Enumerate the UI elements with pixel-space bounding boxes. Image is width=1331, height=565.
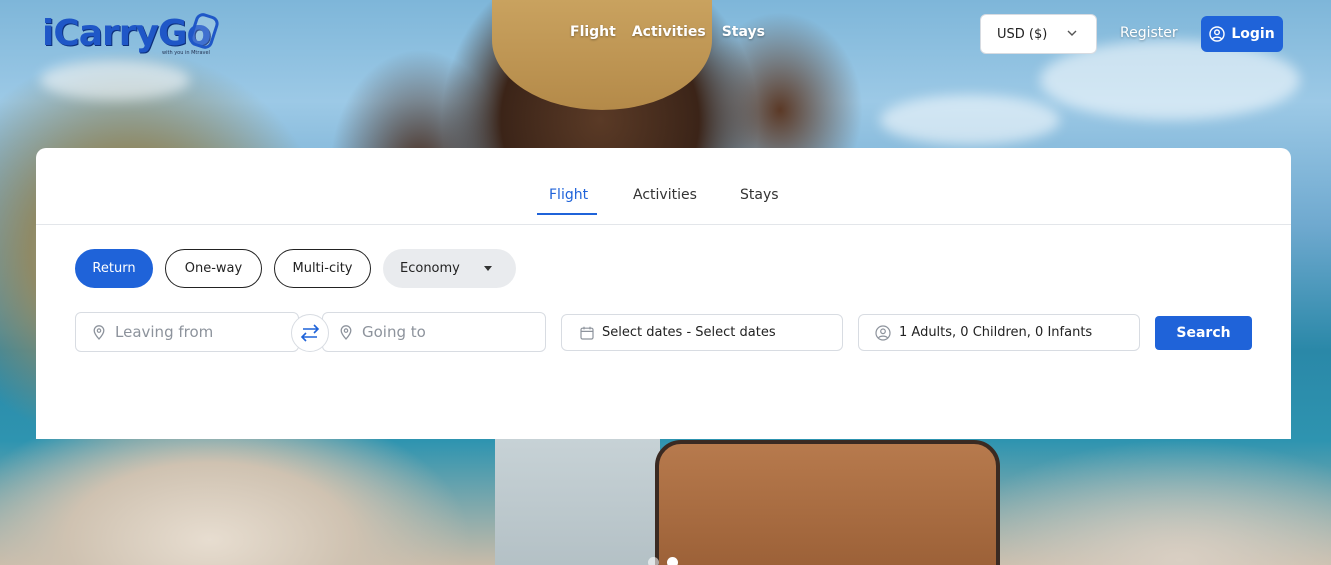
tab-stays[interactable]: Stays <box>740 187 779 203</box>
cloud-shape <box>40 60 190 100</box>
suitcase-shape <box>655 440 1000 565</box>
swap-arrows-icon <box>300 324 320 342</box>
passengers-value: 1 Adults, 0 Children, 0 Infants <box>899 325 1093 340</box>
search-card: Flight Activities Stays Return One-way M… <box>36 148 1291 439</box>
top-nav: Flight Activities Stays <box>570 24 765 40</box>
swap-locations-button[interactable] <box>291 314 329 352</box>
location-pin-icon <box>340 325 352 340</box>
top-nav-flight[interactable]: Flight <box>570 24 616 40</box>
location-pin-icon <box>93 325 105 340</box>
going-to-placeholder: Going to <box>362 323 426 341</box>
tab-activities[interactable]: Activities <box>633 187 697 203</box>
login-label: Login <box>1231 26 1275 42</box>
date-range-value: Select dates - Select dates <box>602 325 776 340</box>
trip-type-return[interactable]: Return <box>75 249 153 288</box>
passengers-select[interactable]: 1 Adults, 0 Children, 0 Infants <box>858 314 1140 351</box>
register-link[interactable]: Register <box>1120 25 1178 41</box>
carousel-dot[interactable] <box>648 557 659 565</box>
currency-value: USD ($) <box>997 26 1048 42</box>
carousel-dot-active[interactable] <box>667 557 678 565</box>
top-nav-stays[interactable]: Stays <box>722 24 765 40</box>
straw-hat-shape <box>492 0 712 110</box>
leaving-from-placeholder: Leaving from <box>115 323 214 341</box>
calendar-icon <box>580 326 594 340</box>
search-tabs: Flight Activities Stays <box>36 148 1291 225</box>
active-tab-indicator <box>537 213 597 215</box>
cabin-class-value: Economy <box>400 261 460 276</box>
cloud-shape <box>880 95 1060 145</box>
tab-flight[interactable]: Flight <box>549 187 588 203</box>
cabin-class-select[interactable]: Economy <box>383 249 516 288</box>
leaving-from-input[interactable]: Leaving from <box>75 312 299 352</box>
caret-down-icon <box>484 266 492 271</box>
trip-type-multi-city[interactable]: Multi-city <box>274 249 371 288</box>
trip-type-one-way[interactable]: One-way <box>165 249 262 288</box>
user-circle-icon <box>1209 26 1226 42</box>
user-circle-icon <box>875 325 891 341</box>
shirt-shape <box>495 438 660 565</box>
carousel-indicators <box>648 557 678 565</box>
login-button[interactable]: Login <box>1201 16 1283 52</box>
chevron-down-icon <box>1067 30 1077 36</box>
top-nav-activities[interactable]: Activities <box>632 24 706 40</box>
date-range-picker[interactable]: Select dates - Select dates <box>561 314 843 351</box>
brand-logo[interactable]: iCarryGo with you in Mtravel <box>42 11 221 58</box>
currency-select[interactable]: USD ($) <box>980 14 1097 54</box>
search-button[interactable]: Search <box>1155 316 1252 350</box>
brand-tagline: with you in Mtravel <box>162 50 210 56</box>
going-to-input[interactable]: Going to <box>322 312 546 352</box>
